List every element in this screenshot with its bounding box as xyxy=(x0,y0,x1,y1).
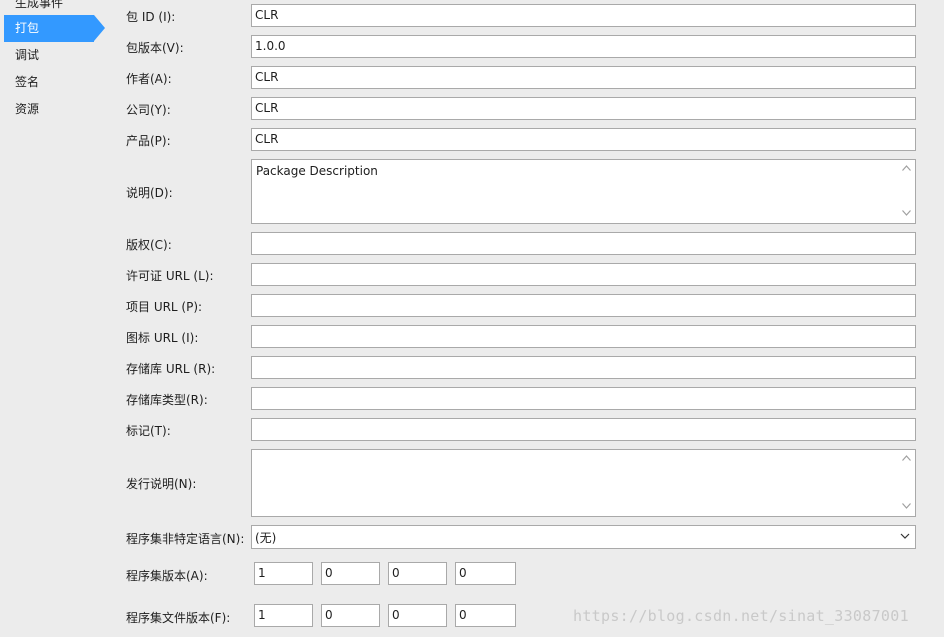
sidebar-item-package[interactable]: 打包 xyxy=(4,15,105,42)
neutral-language-select[interactable]: (无) xyxy=(251,525,916,549)
authors-label: 作者(A): xyxy=(126,72,172,86)
package-version-label: 包版本(V): xyxy=(126,41,184,55)
description-text: Package Description xyxy=(256,164,378,178)
icon-url-label: 图标 URL (I): xyxy=(126,331,199,345)
assembly-version-build[interactable]: 0 xyxy=(388,562,447,585)
repository-type-field[interactable] xyxy=(251,387,916,410)
chevron-down-icon[interactable] xyxy=(902,209,911,219)
license-url-label: 许可证 URL (L): xyxy=(126,269,214,283)
package-version-field[interactable]: 1.0.0 xyxy=(251,35,916,58)
chevron-up-icon[interactable] xyxy=(902,454,911,464)
assembly-version-minor[interactable]: 0 xyxy=(321,562,380,585)
assembly-version-revision[interactable]: 0 xyxy=(455,562,516,585)
sidebar-item-resources[interactable]: 资源 xyxy=(4,96,94,123)
product-field[interactable]: CLR xyxy=(251,128,916,151)
product-label: 产品(P): xyxy=(126,134,171,148)
chevron-up-icon[interactable] xyxy=(902,164,911,174)
project-url-label: 项目 URL (P): xyxy=(126,300,203,314)
company-field[interactable]: CLR xyxy=(251,97,916,120)
project-url-field[interactable] xyxy=(251,294,916,317)
release-notes-label: 发行说明(N): xyxy=(126,477,197,491)
chevron-down-icon[interactable] xyxy=(902,502,911,512)
package-id-field[interactable]: CLR xyxy=(251,4,916,27)
copyright-label: 版权(C): xyxy=(126,238,172,252)
file-version-build[interactable]: 0 xyxy=(388,604,447,627)
assembly-version-major[interactable]: 1 xyxy=(254,562,313,585)
repository-url-field[interactable] xyxy=(251,356,916,379)
neutral-language-value: (无) xyxy=(255,531,277,545)
license-url-field[interactable] xyxy=(251,263,916,286)
neutral-language-label: 程序集非特定语言(N): xyxy=(126,532,245,546)
company-label: 公司(Y): xyxy=(126,103,171,117)
file-version-label: 程序集文件版本(F): xyxy=(126,611,231,625)
description-label: 说明(D): xyxy=(126,186,173,200)
authors-field[interactable]: CLR xyxy=(251,66,916,89)
tags-field[interactable] xyxy=(251,418,916,441)
description-field[interactable]: Package Description xyxy=(251,159,916,224)
icon-url-field[interactable] xyxy=(251,325,916,348)
repository-type-label: 存储库类型(R): xyxy=(126,393,208,407)
copyright-field[interactable] xyxy=(251,232,916,255)
sidebar-item-debug[interactable]: 调试 xyxy=(4,42,94,69)
sidebar-item-signing[interactable]: 签名 xyxy=(4,69,94,96)
release-notes-field[interactable] xyxy=(251,449,916,517)
file-version-minor[interactable]: 0 xyxy=(321,604,380,627)
watermark: https://blog.csdn.net/sinat_33087001 xyxy=(573,607,909,625)
file-version-major[interactable]: 1 xyxy=(254,604,313,627)
package-id-label: 包 ID (I): xyxy=(126,10,176,24)
chevron-down-icon[interactable] xyxy=(899,530,911,542)
sidebar: 生成事件 打包 调试 签名 资源 xyxy=(0,0,106,637)
repository-url-label: 存储库 URL (R): xyxy=(126,362,216,376)
tags-label: 标记(T): xyxy=(126,424,171,438)
file-version-revision[interactable]: 0 xyxy=(455,604,516,627)
assembly-version-label: 程序集版本(A): xyxy=(126,569,208,583)
